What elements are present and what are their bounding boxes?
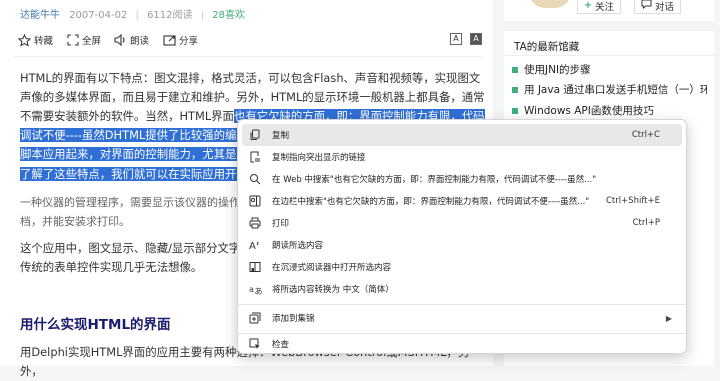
collections-icon bbox=[248, 312, 262, 324]
sidebar-item-label: 使用JNI的步骤 bbox=[524, 64, 591, 76]
menu-separator bbox=[238, 304, 686, 305]
read-aloud-button[interactable]: 朗读 bbox=[114, 33, 149, 47]
font-size-controls: A A bbox=[450, 33, 482, 45]
menu-item-label: 复制 bbox=[272, 131, 290, 141]
avatar[interactable] bbox=[529, 0, 571, 8]
plus-icon: + bbox=[584, 0, 592, 11]
menu-item-shortcut: Ctrl+C bbox=[631, 130, 660, 140]
like-count: 28喜欢 bbox=[212, 10, 245, 21]
menu-item-label: 复制指向突出显示的链接 bbox=[272, 153, 366, 163]
sidebar-item[interactable]: 使用JNI的步骤 bbox=[512, 62, 707, 77]
menu-item-label: 在边栏中搜索"也有它欠缺的方面，即：界面控制能力有限，代码调试不便----虽然.… bbox=[272, 197, 590, 207]
article-meta: 达能牛牛 2007-04-02 | 6112阅读 | 28喜欢 bbox=[20, 6, 245, 21]
menu-item-search-sidebar[interactable]: 在边栏中搜索"也有它欠缺的方面，即：界面控制能力有限，代码调试不便----虽然.… bbox=[242, 190, 682, 212]
context-menu: 复制 Ctrl+C 复制指向突出显示的链接 在 Web 中搜索"也有它欠缺的方面… bbox=[237, 119, 687, 354]
follow-button[interactable]: + 关注 bbox=[577, 0, 621, 14]
fullscreen-button[interactable]: 全屏 bbox=[67, 33, 101, 47]
author-link[interactable]: 达能牛牛 bbox=[20, 10, 60, 21]
menu-item-label: 将所选内容转换为 中文（简体） bbox=[272, 285, 394, 295]
read-aloud-label: 朗读 bbox=[130, 36, 150, 47]
star-icon bbox=[18, 33, 31, 47]
sidebar-item[interactable]: Windows API函数使用技巧 bbox=[512, 103, 707, 118]
menu-item-label: 在沉浸式阅读器中打开所选内容 bbox=[272, 263, 392, 273]
sidebar-divider bbox=[504, 55, 714, 56]
menu-item-copy-link-to-highlight[interactable]: 复制指向突出显示的链接 bbox=[242, 146, 682, 168]
menu-item-immersive-reader[interactable]: 在沉浸式阅读器中打开所选内容 bbox=[242, 256, 682, 278]
copy-icon bbox=[248, 129, 262, 141]
publish-date: 2007-04-02 bbox=[69, 10, 128, 21]
translate-icon: aあ bbox=[248, 283, 262, 295]
menu-item-translate[interactable]: aあ 将所选内容转换为 中文（简体） bbox=[242, 278, 682, 300]
profile-card: + 关注 对话 bbox=[504, 0, 714, 21]
menu-item-inspect[interactable]: 检查 bbox=[242, 335, 682, 353]
follow-label: 关注 bbox=[594, 1, 614, 13]
read-aloud-icon: A bbox=[248, 239, 262, 251]
chevron-right-icon: ▶ bbox=[665, 313, 672, 323]
section-heading: 用什么实现HTML的界面 bbox=[20, 317, 171, 333]
font-large-button[interactable]: A bbox=[470, 33, 482, 45]
menu-item-label: 在 Web 中搜索"也有它欠缺的方面，即：界面控制能力有限，代码调试不便----… bbox=[272, 175, 597, 185]
share-button[interactable]: 分享 bbox=[163, 33, 198, 47]
menu-separator bbox=[238, 333, 686, 334]
svg-text:あ: あ bbox=[254, 287, 262, 295]
meta-separator: | bbox=[200, 10, 205, 21]
menu-item-copy[interactable]: 复制 Ctrl+C bbox=[242, 124, 682, 146]
favorite-button[interactable]: 转藏 bbox=[18, 33, 53, 47]
menu-item-label: 打印 bbox=[272, 219, 290, 229]
menu-item-label: 朗读所选内容 bbox=[272, 241, 324, 251]
printer-icon bbox=[248, 217, 262, 229]
read-count: 6112阅读 bbox=[147, 10, 193, 21]
share-icon bbox=[163, 34, 176, 46]
bullet-icon bbox=[512, 66, 518, 73]
sidebar-item-label: Windows API函数使用技巧 bbox=[524, 105, 654, 117]
immersive-reader-icon bbox=[248, 261, 262, 273]
share-label: 分享 bbox=[179, 36, 199, 47]
chat-label: 对话 bbox=[655, 1, 675, 13]
svg-text:a: a bbox=[249, 285, 254, 294]
speaker-icon bbox=[114, 34, 127, 46]
sidebar-title: TA的最新馆藏 bbox=[514, 41, 580, 53]
meta-separator: | bbox=[135, 10, 139, 21]
inspect-icon bbox=[248, 338, 262, 350]
link-highlight-icon bbox=[248, 151, 262, 163]
font-normal-button[interactable]: A bbox=[450, 33, 462, 45]
svg-text:A: A bbox=[249, 241, 256, 251]
menu-item-add-to-collections[interactable]: 添加到集锦 ▶ bbox=[242, 307, 682, 329]
search-icon bbox=[248, 173, 262, 185]
chat-button[interactable]: 对话 bbox=[634, 0, 682, 14]
toolbar-divider bbox=[14, 56, 482, 57]
menu-item-shortcut: Ctrl+Shift+E bbox=[605, 196, 660, 206]
menu-item-search-web[interactable]: 在 Web 中搜索"也有它欠缺的方面，即：界面控制能力有限，代码调试不便----… bbox=[242, 168, 682, 190]
menu-item-label: 检查 bbox=[272, 340, 290, 350]
fullscreen-label: 全屏 bbox=[82, 36, 102, 47]
menu-item-print[interactable]: 打印 Ctrl+P bbox=[242, 212, 682, 234]
menu-item-read-aloud[interactable]: A 朗读所选内容 bbox=[242, 234, 682, 256]
sidebar-item-label: 用 Java 通过串口发送手机短信（一）环... bbox=[524, 84, 707, 96]
menu-item-label: 添加到集锦 bbox=[272, 314, 315, 324]
bullet-icon bbox=[512, 86, 518, 93]
bullet-icon bbox=[512, 107, 518, 114]
sidebar-search-icon bbox=[248, 195, 262, 207]
favorite-label: 转藏 bbox=[34, 36, 54, 47]
chat-icon bbox=[641, 0, 652, 12]
fullscreen-icon bbox=[67, 34, 79, 46]
menu-item-shortcut: Ctrl+P bbox=[632, 218, 660, 228]
sidebar-item[interactable]: 用 Java 通过串口发送手机短信（一）环... bbox=[512, 82, 707, 97]
